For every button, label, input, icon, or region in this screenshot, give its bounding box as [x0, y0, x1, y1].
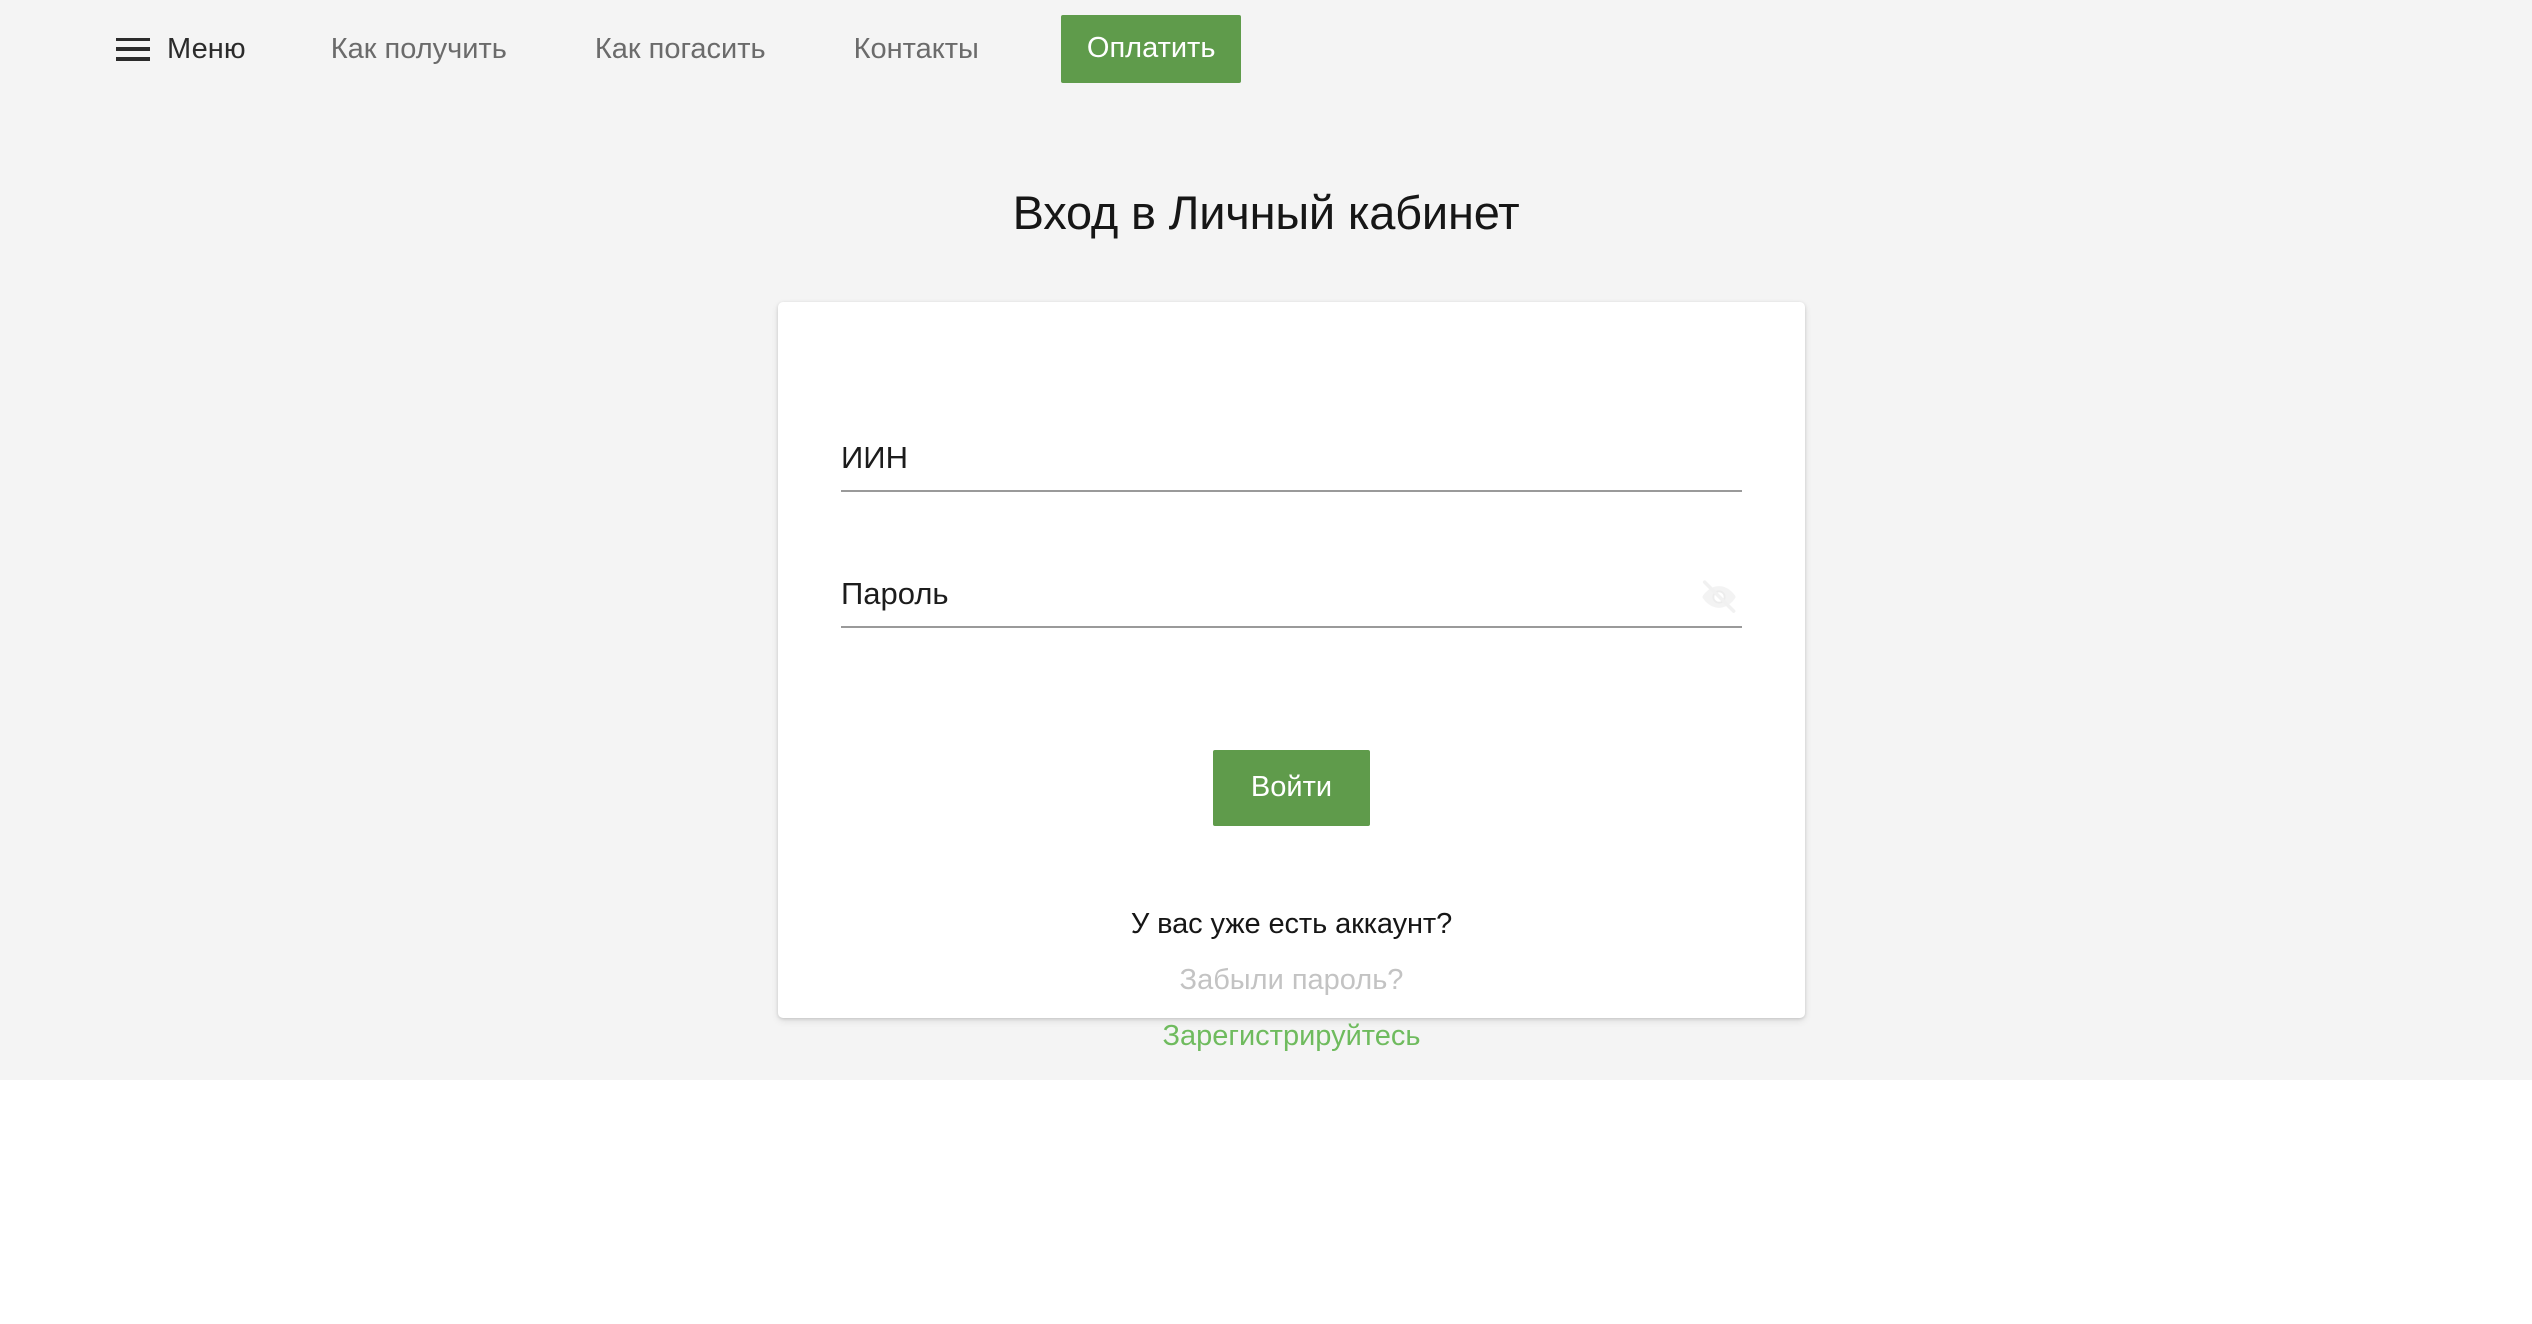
top-navigation: Меню Как получить Как погасить Контакты …	[0, 0, 2532, 98]
login-submit-button[interactable]: Войти	[1212, 750, 1371, 826]
menu-toggle[interactable]: Меню	[116, 32, 246, 65]
iin-input[interactable]	[841, 439, 1742, 478]
site-footer: FREEDOM CREDIT О компании Документы Микр…	[0, 1080, 2532, 1324]
have-account-text: У вас уже есть аккаунт?	[1130, 908, 1453, 940]
forgot-password-link[interactable]: Забыли пароль?	[778, 966, 1805, 995]
eye-off-icon[interactable]	[1698, 576, 1740, 618]
submit-row: Войти	[778, 750, 1805, 826]
card-links: У вас уже есть аккаунт? Забыли пароль? З…	[778, 910, 1805, 1051]
login-card: Войти У вас уже есть аккаунт? Забыли пар…	[778, 302, 1805, 1051]
password-input[interactable]	[841, 574, 1742, 614]
password-field-wrapper	[841, 574, 1742, 628]
register-link[interactable]: Зарегистрируйтесь	[778, 1022, 1805, 1051]
main-content-area: Меню Как получить Как погасить Контакты …	[0, 0, 2532, 1080]
page-title: Вход в Личный кабинет	[1012, 186, 1520, 239]
nav-link-how-to-repay[interactable]: Как погасить	[595, 34, 766, 64]
pay-button[interactable]: Оплатить	[1060, 15, 1242, 83]
nav-link-how-to-get[interactable]: Как получить	[331, 34, 507, 64]
login-page: Меню Как получить Как погасить Контакты …	[0, 0, 2532, 1324]
hamburger-icon	[116, 37, 150, 61]
login-form	[841, 439, 1742, 628]
nav-link-contacts[interactable]: Контакты	[854, 34, 979, 64]
menu-toggle-label: Меню	[167, 32, 246, 65]
iin-field-wrapper	[841, 439, 1742, 492]
